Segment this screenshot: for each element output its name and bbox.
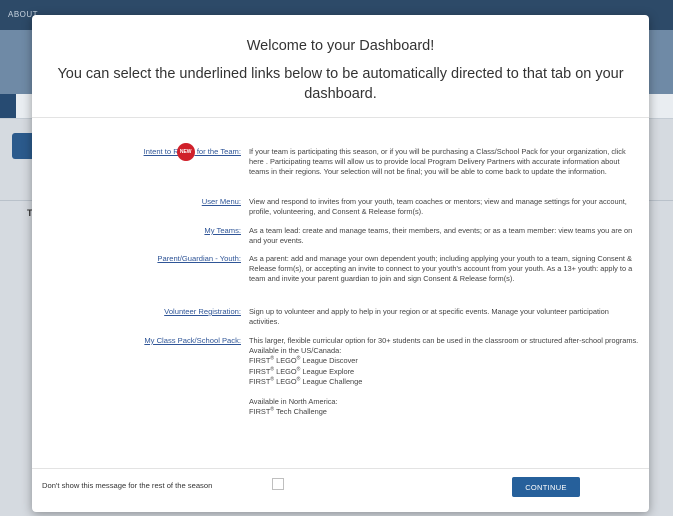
program-item: FIRST® LEGO® League Discover xyxy=(249,355,358,366)
program-item: FIRST® LEGO® League Challenge xyxy=(249,376,363,386)
parent-guardian-description: As a parent: add and manage your own dep… xyxy=(249,254,633,284)
volunteer-registration-link[interactable]: Volunteer Registration: xyxy=(164,307,241,316)
modal-header: Welcome to your Dashboard! You can selec… xyxy=(32,15,649,113)
volunteer-description: Sign up to volunteer and apply to help i… xyxy=(249,307,609,327)
user-menu-description: View and respond to invites from your yo… xyxy=(249,197,627,217)
intent-link-suffix: for the Team: xyxy=(194,147,241,156)
available-us-label: Available in the US/Canada: xyxy=(249,346,342,356)
class-pack-link[interactable]: My Class Pack/School Pack: xyxy=(144,336,241,345)
program-item: FIRST® Tech Challenge xyxy=(249,406,327,417)
class-pack-description: This larger, flexible curricular option … xyxy=(249,336,639,417)
dont-show-label: Don't show this message for the rest of … xyxy=(42,481,213,490)
my-teams-description: As a team lead: create and manage teams,… xyxy=(249,226,633,246)
user-menu-link[interactable]: User Menu: xyxy=(202,197,241,206)
program-item: FIRST® LEGO® League Explore xyxy=(249,366,355,376)
header-divider xyxy=(32,117,649,118)
intent-to-register-link[interactable]: Intent to RNEW for the Team: xyxy=(143,143,241,161)
modal-title: Welcome to your Dashboard! xyxy=(246,38,435,54)
intent-link-prefix: Intent to R xyxy=(143,147,179,156)
modal-subtitle: You can select the underlined links belo… xyxy=(57,66,624,102)
intent-description: If your team is participating this seaso… xyxy=(249,147,626,177)
welcome-modal: Welcome to your Dashboard! You can selec… xyxy=(32,15,649,512)
dont-show-checkbox[interactable] xyxy=(272,478,284,490)
new-badge: NEW xyxy=(176,143,195,161)
active-nav-tab[interactable] xyxy=(0,94,16,118)
footer-divider xyxy=(32,468,649,469)
continue-button[interactable]: CONTINUE xyxy=(512,477,580,497)
available-na-label: Available in North America: xyxy=(249,397,338,407)
my-teams-link[interactable]: My Teams: xyxy=(204,226,241,235)
parent-guardian-youth-link[interactable]: Parent/Guardian - Youth: xyxy=(157,254,241,263)
class-pack-intro: This larger, flexible curricular option … xyxy=(249,336,639,345)
